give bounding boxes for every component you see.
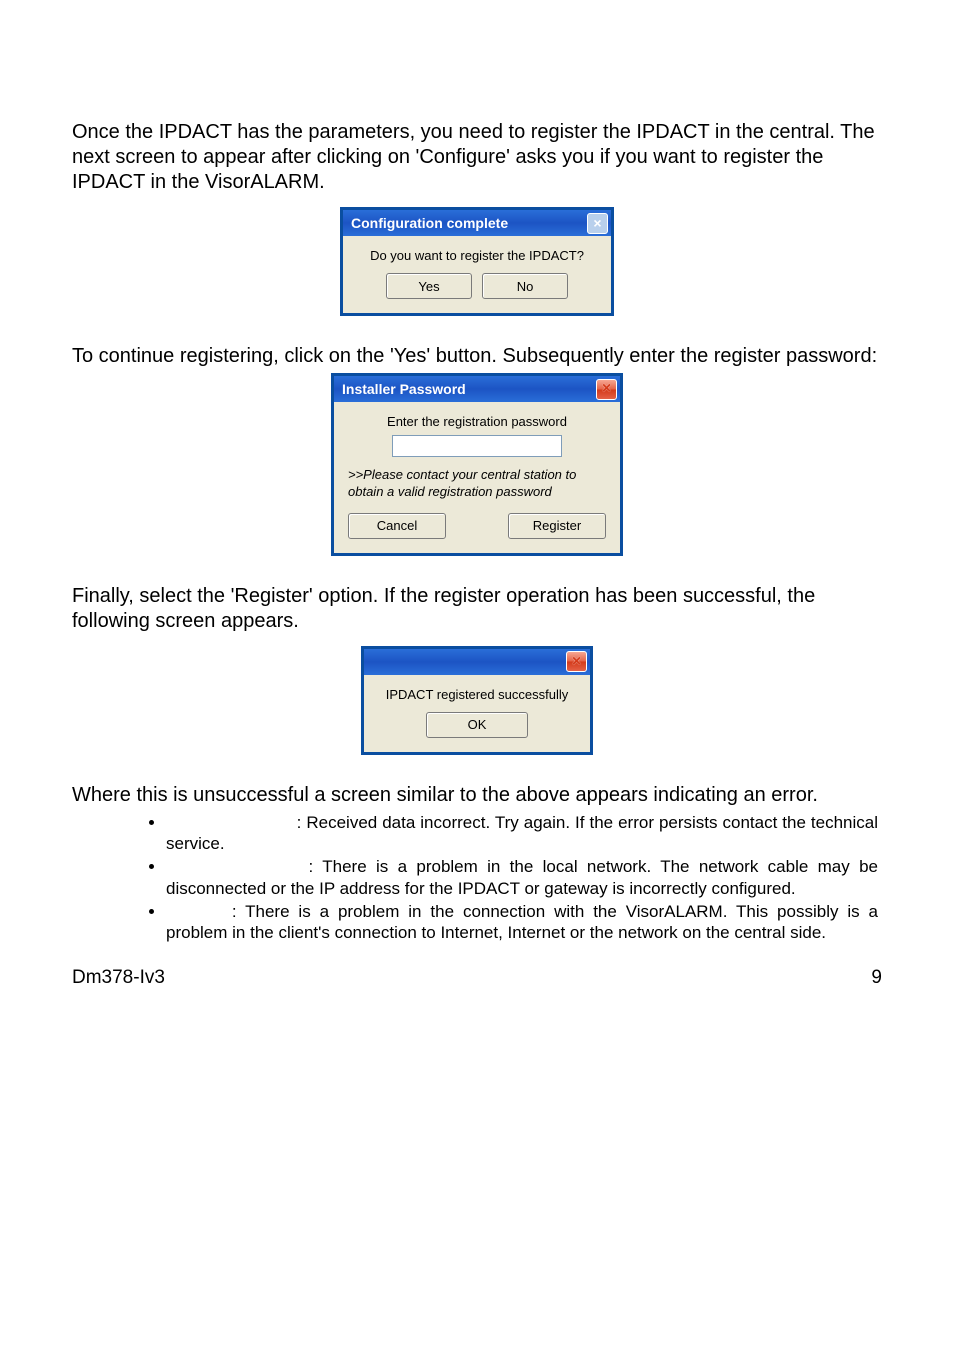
close-icon[interactable]: × [596, 379, 617, 400]
cancel-button[interactable]: Cancel [348, 513, 446, 539]
registration-password-input[interactable] [392, 435, 562, 457]
close-icon[interactable]: × [587, 213, 608, 234]
configuration-complete-dialog: Configuration complete × Do you want to … [340, 207, 614, 316]
dialog-message: Do you want to register the IPDACT? [357, 248, 597, 263]
list-item: Checksum error: Received data incorrect.… [166, 812, 882, 855]
dialog-note: >>Please contact your central station to… [348, 467, 606, 501]
paragraph-3: Finally, select the 'Register' option. I… [72, 584, 882, 634]
close-icon[interactable]: × [566, 651, 587, 672]
footer-doc-id: Dm378-Iv3 [72, 967, 165, 989]
dialog-title: Installer Password [342, 381, 466, 397]
footer-page-number: 9 [871, 967, 882, 989]
list-item: Timeout: There is a problem in the conne… [166, 901, 882, 944]
register-button[interactable]: Register [508, 513, 606, 539]
success-message: IPDACT registered successfully [378, 687, 576, 702]
dialog-title: Configuration complete [351, 215, 508, 231]
list-item: Connection error: There is a problem in … [166, 856, 882, 899]
dialog-prompt: Enter the registration password [348, 414, 606, 429]
paragraph-1: Once the IPDACT has the parameters, you … [72, 120, 882, 195]
paragraph-4: Where this is unsuccessful a screen simi… [72, 783, 882, 808]
success-dialog: × IPDACT registered successfully OK [361, 646, 593, 755]
error-list: Checksum error: Received data incorrect.… [72, 812, 882, 944]
no-button[interactable]: No [482, 273, 568, 299]
installer-password-dialog: Installer Password × Enter the registrat… [331, 373, 623, 556]
yes-button[interactable]: Yes [386, 273, 472, 299]
paragraph-2: To continue registering, click on the 'Y… [72, 344, 882, 369]
ok-button[interactable]: OK [426, 712, 528, 738]
